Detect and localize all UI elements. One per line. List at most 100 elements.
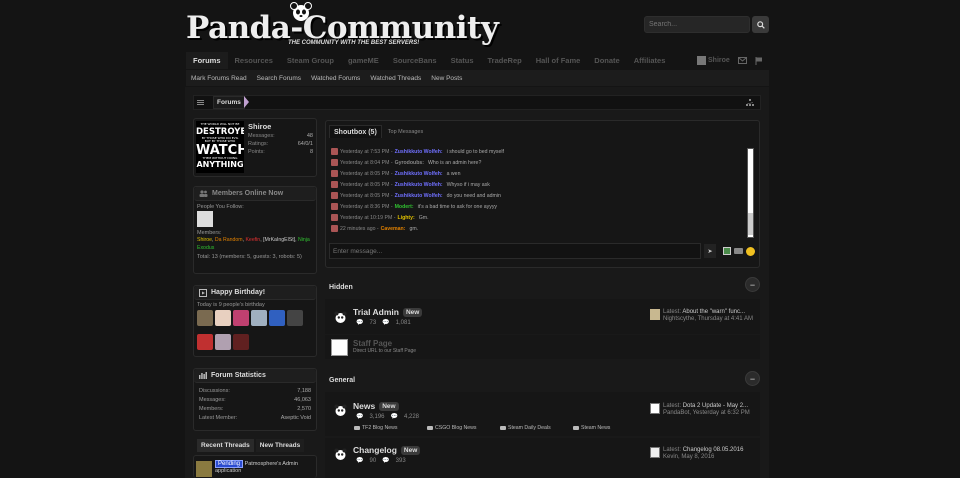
user-nav: Shiroe <box>697 52 763 69</box>
shout-user[interactable]: Zushikkuto Wolfeh: <box>395 193 443 199</box>
tab-affiliates[interactable]: Affiliates <box>627 52 673 69</box>
online-member[interactable]: Da Random <box>215 237 243 243</box>
tab-resources[interactable]: Resources <box>228 52 280 69</box>
collapse-hidden-button[interactable]: − <box>745 277 760 292</box>
birthday-avatar[interactable] <box>251 310 267 326</box>
forum-title[interactable]: Changelog <box>353 445 397 455</box>
shout-avatar[interactable] <box>331 225 338 232</box>
shout-user[interactable]: Zushikkuto Wolfeh: <box>395 149 443 155</box>
shoutbox-scroll-thumb[interactable] <box>748 213 753 235</box>
tab-recent-threads[interactable]: Recent Threads <box>197 439 254 452</box>
stat-members: Members: 2,570 <box>194 405 316 414</box>
birthday-avatar[interactable] <box>197 310 213 326</box>
shout-user[interactable]: Modert: <box>395 204 414 210</box>
subnav-search-forums[interactable]: Search Forums <box>257 75 301 82</box>
shoutbox-send-button[interactable]: ➤ <box>704 244 716 258</box>
birthday-avatar[interactable] <box>215 310 231 326</box>
shout-avatar[interactable] <box>331 214 338 221</box>
shout-avatar[interactable] <box>331 181 338 188</box>
shout-user[interactable]: Gyrodoubs: <box>395 160 424 166</box>
stat-messages: Messages: 46,063 <box>194 396 316 405</box>
shout-time: Yesterday at 7:53 PM - <box>340 148 393 155</box>
tab-traderep[interactable]: TradeRep <box>481 52 529 69</box>
latest-avatar[interactable] <box>650 447 660 458</box>
search-input[interactable] <box>644 16 750 33</box>
latest-user[interactable]: Nightscythe, <box>663 316 696 322</box>
shoutbox-input[interactable] <box>329 243 701 259</box>
latest-user[interactable]: Kevin, <box>663 454 680 460</box>
subforum-csgo[interactable]: CSGO Blog News <box>427 425 477 431</box>
shout-avatar[interactable] <box>331 192 338 199</box>
forum-title[interactable]: News <box>353 401 375 411</box>
visitor-avatar[interactable]: THE WORLD WILL NOT BE DESTROYED BY THOSE… <box>196 121 244 173</box>
visitor-points: Points: 8 <box>248 149 313 155</box>
members-online-panel: Members Online Now People You Follow: Me… <box>193 186 317 274</box>
shout-user[interactable]: Zushikkuto Wolfeh: <box>395 171 443 177</box>
latest-user[interactable]: PandaBot, <box>663 410 691 416</box>
shout-avatar[interactable] <box>331 203 338 210</box>
inbox-icon[interactable] <box>737 57 747 64</box>
online-member[interactable]: Shiroe <box>197 237 212 243</box>
online-member[interactable]: Keefin <box>245 237 260 243</box>
forum-title[interactable]: Trial Admin <box>353 307 399 317</box>
shout-user[interactable]: Zushikkuto Wolfeh: <box>395 182 443 188</box>
breadcrumb-forums[interactable]: Forums <box>213 96 245 109</box>
birthday-avatar[interactable] <box>233 334 249 350</box>
shout-text: Whyso if i may ask <box>446 181 490 188</box>
shout-avatar[interactable] <box>331 159 338 166</box>
latest-avatar[interactable] <box>650 309 660 320</box>
birthday-avatar[interactable] <box>269 310 285 326</box>
tab-steam-group[interactable]: Steam Group <box>280 52 341 69</box>
image-insert-icon[interactable] <box>723 247 731 255</box>
tab-shoutbox[interactable]: Shoutbox (5) <box>329 125 382 138</box>
subforum-steam-news[interactable]: Steam News <box>573 425 610 431</box>
tab-new-threads[interactable]: New Threads <box>255 439 305 452</box>
birthday-avatar[interactable] <box>215 334 231 350</box>
subnav-watched-forums[interactable]: Watched Forums <box>311 75 360 82</box>
subnav-watched-threads[interactable]: Watched Threads <box>370 75 421 82</box>
forum-panda-icon <box>334 404 347 416</box>
subnav-new-posts[interactable]: New Posts <box>431 75 462 82</box>
birthday-avatar[interactable] <box>233 310 249 326</box>
birthday-avatar[interactable] <box>197 334 213 350</box>
sitemap-icon[interactable] <box>746 99 754 106</box>
tab-donate[interactable]: Donate <box>587 52 626 69</box>
online-member[interactable]: [MrKaIngElSt] <box>263 237 295 243</box>
search-button[interactable] <box>752 16 769 33</box>
tab-hall-of-fame[interactable]: Hall of Fame <box>529 52 588 69</box>
shout-avatar[interactable] <box>331 170 338 177</box>
shout-avatar[interactable] <box>331 148 338 155</box>
latest-label: Latest: <box>663 403 682 409</box>
forum-title[interactable]: Staff Page <box>353 339 392 348</box>
tab-forums[interactable]: Forums <box>186 52 228 69</box>
menu-icon[interactable] <box>196 97 205 108</box>
stat-value[interactable]: Aseptic Void <box>281 414 311 423</box>
category-general-title[interactable]: General <box>329 373 355 387</box>
subnav-mark-read[interactable]: Mark Forums Read <box>191 75 247 82</box>
tab-top-messages[interactable]: Top Messages <box>388 129 423 135</box>
subforum-tf2[interactable]: TF2 Blog News <box>354 425 397 431</box>
link-insert-icon[interactable] <box>734 248 743 254</box>
collapse-general-button[interactable]: − <box>745 371 760 386</box>
latest-title[interactable]: Dota 2 Update - May 2... <box>683 403 748 409</box>
shout-user[interactable]: Caveman: <box>381 226 406 232</box>
tab-sourcebans[interactable]: SourceBans <box>386 52 444 69</box>
tab-gameme[interactable]: gameME <box>341 52 386 69</box>
recent-thread-item[interactable]: Pending Patmosphere's Admin application <box>196 460 316 478</box>
followed-avatar[interactable] <box>197 211 213 227</box>
trial-admin-meta: 💬 73 💬 1,081 <box>356 319 411 327</box>
latest-title[interactable]: Changelog 08.05.2016 <box>683 447 744 453</box>
shout-message: Yesterday at 8:05 PM - Zushikkuto Wolfeh:… <box>331 190 751 201</box>
smiley-icon[interactable] <box>746 247 755 256</box>
post-count: 1,081 <box>395 319 411 326</box>
category-hidden-title[interactable]: Hidden <box>329 280 353 294</box>
birthday-avatar[interactable] <box>287 310 303 326</box>
subforum-steam-deals[interactable]: Steam Daily Deals <box>500 425 551 431</box>
shout-user[interactable]: Lighty: <box>397 215 414 221</box>
latest-avatar[interactable] <box>650 403 660 414</box>
latest-title[interactable]: About the "warn" func... <box>682 309 745 315</box>
visitor-name[interactable]: Shiroe <box>248 122 271 131</box>
user-menu[interactable]: Shiroe <box>697 56 730 65</box>
alerts-flag-icon[interactable] <box>755 56 763 65</box>
tab-status[interactable]: Status <box>444 52 481 69</box>
